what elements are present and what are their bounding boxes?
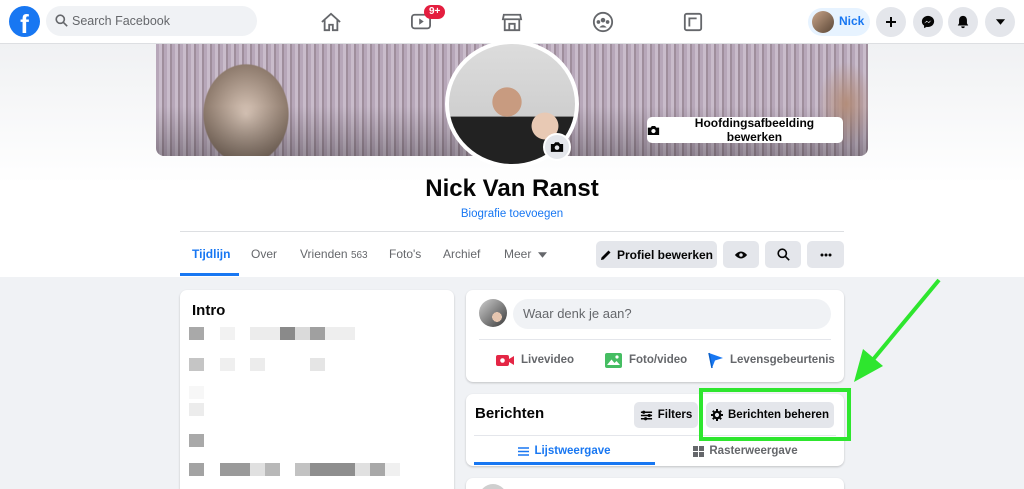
live-video-button[interactable]: Livevideo [495,348,574,372]
view-as-button[interactable] [723,241,759,268]
filters-button[interactable]: Filters [634,402,698,428]
search-icon [55,14,68,27]
search-box[interactable] [46,6,257,36]
filters-label: Filters [657,409,693,421]
pencil-icon [600,250,611,260]
edit-cover-label: Hoofdingsafbeelding bewerken [694,116,815,144]
post-card [466,478,844,489]
tab-more[interactable]: Meer [504,232,547,276]
edit-profile-label: Profiel bewerken [616,247,714,262]
live-video-label: Livevideo [521,354,575,366]
friends-count: 563 [350,250,368,261]
camera-icon [550,142,564,152]
search-profile-button[interactable] [765,241,801,268]
search-input[interactable] [72,6,252,36]
top-navigation-bar: f 9+ Nick [0,0,1024,44]
photo-video-button[interactable]: Foto/video [604,348,687,372]
search-icon [776,248,790,261]
list-icon [518,446,530,456]
groups-nav-button[interactable] [581,6,625,38]
more-options-button[interactable] [807,241,844,268]
photo-video-label: Foto/video [629,354,688,366]
filter-sliders-icon [640,410,652,420]
tab-more-label: Meer [504,247,532,261]
tab-photos[interactable]: Foto's [389,232,421,276]
gaming-nav-button[interactable] [671,6,715,38]
edit-cover-button[interactable]: Hoofdingsafbeelding bewerken [647,116,843,144]
create-button[interactable] [876,7,906,37]
update-profile-picture-button[interactable] [543,133,571,161]
messenger-button[interactable] [913,7,943,37]
tab-list-view[interactable]: Lijstweergave [474,438,655,464]
avatar [479,484,507,489]
facebook-logo[interactable]: f [9,6,40,37]
flag-icon [708,352,723,368]
marketplace-icon [501,13,523,32]
tab-archive[interactable]: Archief [443,232,480,276]
camera-icon [647,125,660,135]
caret-down-icon [995,19,1005,25]
eye-icon [734,251,748,258]
intro-title: Intro [192,302,226,319]
groups-icon [592,11,614,33]
plus-icon [886,17,896,27]
avatar [812,11,834,33]
home-nav-button[interactable] [309,6,353,38]
user-name: Nick [839,14,865,28]
caret-down-icon [537,252,547,258]
life-event-label: Levensgebeurtenis [730,354,835,366]
tab-about[interactable]: Over [251,232,277,276]
messenger-icon [921,15,935,29]
tab-timeline[interactable]: Tijdlijn [192,232,230,276]
notifications-icon [957,15,969,29]
marketplace-nav-button[interactable] [490,6,534,38]
add-bio-link[interactable]: Biografie toevoegen [0,208,1024,220]
tab-friends-label: Vrienden [300,247,348,261]
composer-input[interactable]: Waar denk je aan? [513,299,831,329]
profile-shortcut[interactable]: Nick [808,8,870,36]
notification-badge: 9+ [424,5,446,19]
gaming-icon [683,12,703,32]
more-icon [820,253,831,256]
account-menu-button[interactable] [985,7,1015,37]
active-tab-indicator [180,273,239,276]
tab-grid-view[interactable]: Rasterweergave [655,438,836,464]
annotation-highlight-box [699,388,851,441]
avatar [479,299,507,327]
annotation-arrow-icon [854,278,941,382]
life-event-button[interactable]: Levensgebeurtenis [707,348,835,372]
grid-icon [693,445,705,457]
edit-profile-button[interactable]: Profiel bewerken [596,241,717,268]
posts-title: Berichten [475,405,545,422]
photo-icon [605,352,622,368]
tab-friends[interactable]: Vrienden 563 [300,232,368,276]
home-icon [321,12,341,32]
post-composer-card: Waar denk je aan? Livevideo Foto/video L… [466,290,844,382]
live-video-icon [496,354,514,366]
notifications-button[interactable] [948,7,978,37]
profile-name: Nick Van Ranst [425,175,599,202]
intro-card: Intro [180,290,454,489]
list-view-label: Lijstweergave [534,445,611,457]
grid-view-label: Rasterweergave [709,445,798,457]
active-tab-indicator [474,462,655,465]
divider [479,339,831,340]
